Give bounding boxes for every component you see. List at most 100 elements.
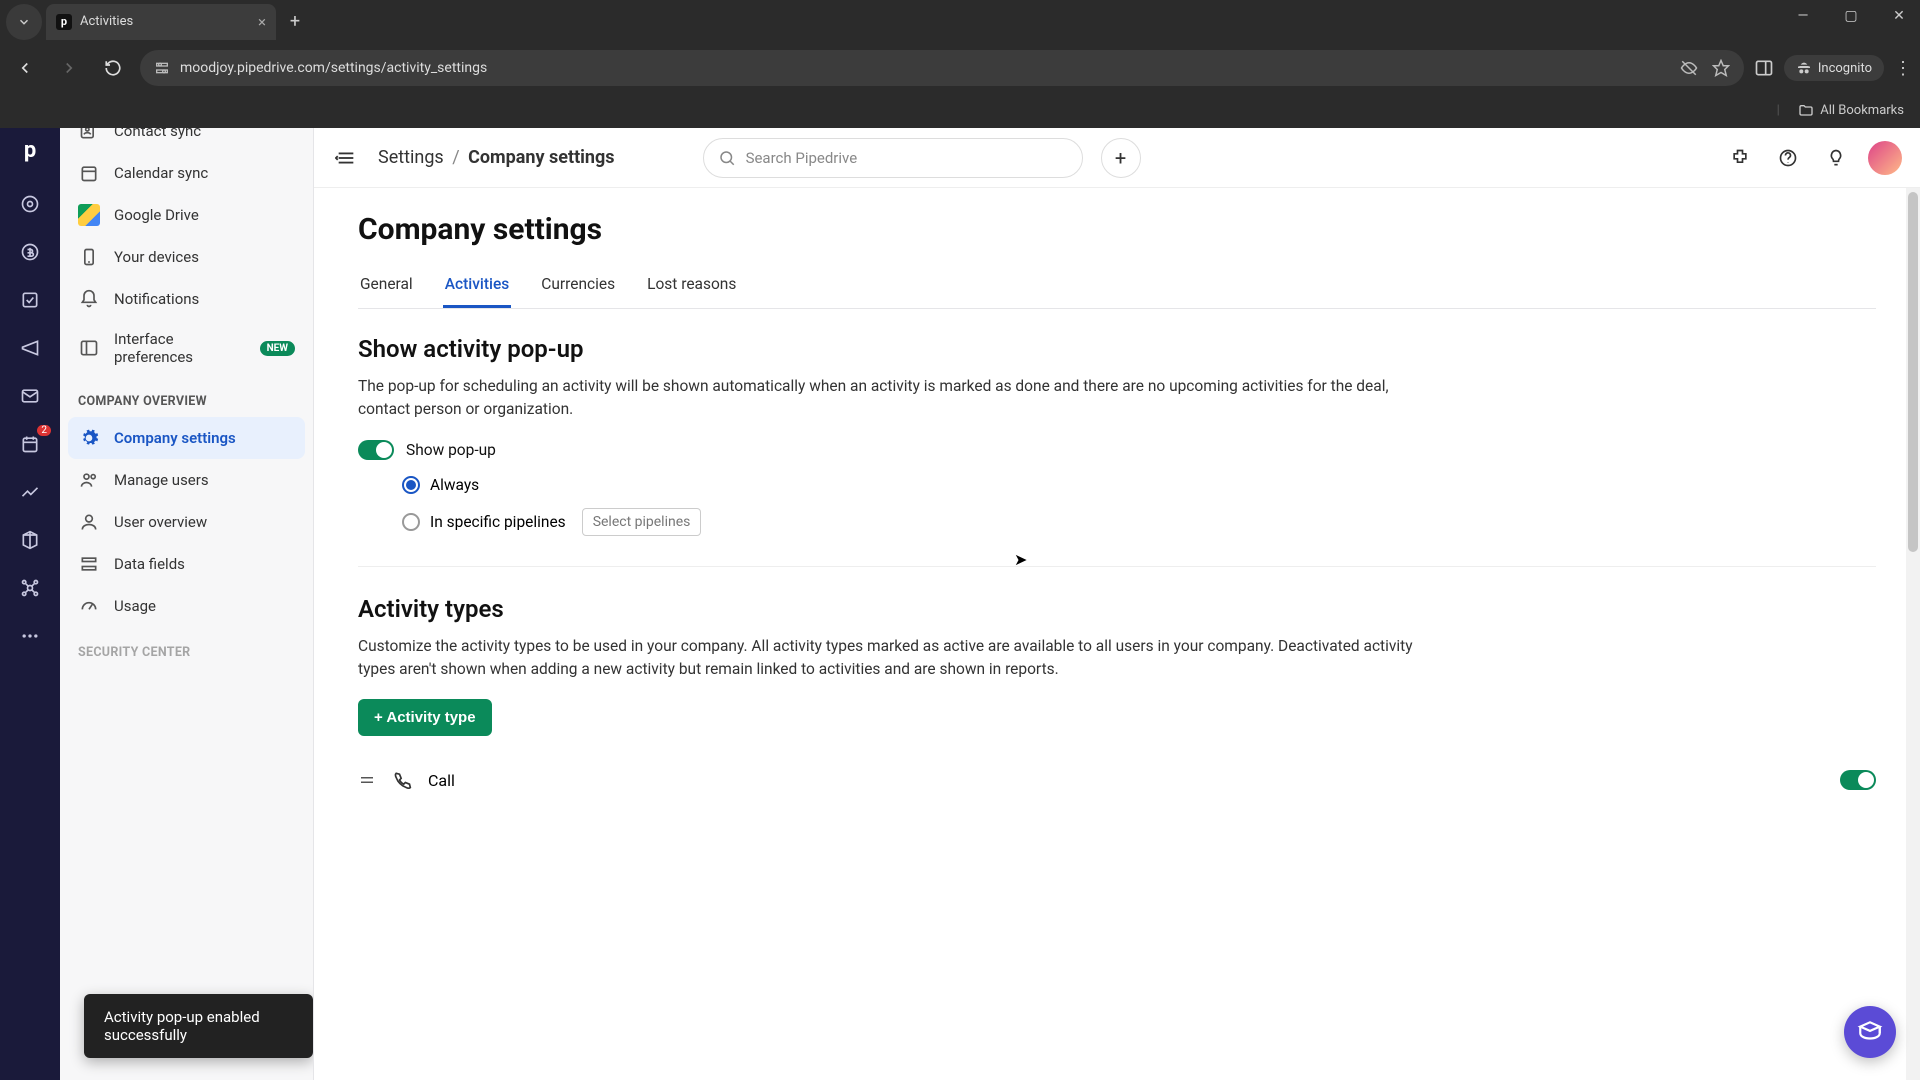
layout-icon [78,337,100,359]
url-text: moodjoy.pipedrive.com/settings/activity_… [180,60,487,76]
folder-icon [1798,103,1814,119]
content-area: Company settings General Activities Curr… [314,188,1920,1080]
favicon-icon: p [56,14,72,30]
tab-general[interactable]: General [358,265,415,308]
extensions-icon[interactable] [1724,142,1756,174]
rail-mail-icon[interactable] [15,381,45,411]
tab-close-icon[interactable]: × [258,13,266,31]
radio-always-label: Always [430,476,479,494]
rail-more-icon[interactable] [15,621,45,651]
rail-marketplace-icon[interactable] [15,573,45,603]
tab-lost-reasons[interactable]: Lost reasons [645,265,738,308]
contact-sync-icon [78,128,100,142]
rail-focus-icon[interactable] [15,189,45,219]
sidebar-heading-company-overview: COMPANY OVERVIEW [60,376,313,417]
show-popup-toggle[interactable] [358,440,394,460]
tab-activities[interactable]: Activities [443,265,512,308]
search-input[interactable]: Search Pipedrive [703,138,1083,178]
new-tab-button[interactable]: + [280,7,310,37]
new-badge: NEW [260,341,295,356]
search-placeholder: Search Pipedrive [746,149,858,167]
sidebar-item-company-settings[interactable]: Company settings [68,417,305,459]
all-bookmarks-link[interactable]: All Bookmarks [1820,103,1904,118]
breadcrumb-root[interactable]: Settings [378,147,444,168]
activity-type-toggle[interactable] [1840,770,1876,790]
sidebar-item-usage[interactable]: Usage [60,585,313,627]
nav-back-button[interactable] [8,51,42,85]
sidebar-item-contact-sync[interactable]: Contact sync [60,128,313,152]
app-logo-icon[interactable]: p [24,138,36,163]
nav-reload-button[interactable] [96,51,130,85]
sidebar-item-data-fields[interactable]: Data fields [60,543,313,585]
sidebar-heading-security-center: SECURITY CENTER [60,627,313,668]
scrollbar[interactable] [1906,188,1920,1080]
radio-specific-pipelines[interactable] [402,513,420,531]
page-title: Company settings [358,212,1876,247]
bookmark-star-icon[interactable] [1712,59,1730,77]
rail-insights-icon[interactable] [15,477,45,507]
sidebar-item-label: Usage [114,597,156,615]
rail-deals-icon[interactable] [15,237,45,267]
breadcrumb: Settings / Company settings [378,147,615,168]
eye-off-icon[interactable] [1680,59,1698,77]
search-icon [718,149,736,167]
sidebar-item-manage-users[interactable]: Manage users [60,459,313,501]
sidebar-item-label: Google Drive [114,206,199,224]
url-bar[interactable]: moodjoy.pipedrive.com/settings/activity_… [140,50,1744,86]
scroll-thumb[interactable] [1908,192,1918,552]
users-icon [78,469,100,491]
bell-icon [78,288,100,310]
section-popup-title: Show activity pop-up [358,335,1876,363]
sidebar-item-calendar-sync[interactable]: Calendar sync [60,152,313,194]
tab-title: Activities [80,14,133,29]
section-types-title: Activity types [358,595,1876,623]
incognito-label: Incognito [1818,61,1872,76]
rail-projects-icon[interactable] [15,285,45,315]
calendar-icon [78,162,100,184]
sidebar-item-label: Manage users [114,471,209,489]
sidebar-item-interface-prefs[interactable]: Interface preferences NEW [60,320,313,376]
tab-search-dropdown[interactable] [6,4,42,40]
site-settings-icon [154,60,170,76]
side-panel-icon[interactable] [1754,58,1774,78]
window-maximize-button[interactable]: ▢ [1836,8,1866,24]
help-icon[interactable] [1772,142,1804,174]
breadcrumb-current: Company settings [468,147,614,168]
window-close-button[interactable]: ✕ [1884,8,1914,24]
gear-icon [78,427,100,449]
window-minimize-button[interactable]: — [1788,8,1818,24]
section-types-desc: Customize the activity types to be used … [358,635,1438,682]
settings-sidebar: Contact sync Calendar sync Google Drive … [60,128,314,1080]
quick-add-button[interactable]: + [1101,138,1141,178]
rail-activities-icon[interactable]: 2 [15,429,45,459]
drag-handle-icon[interactable] [358,771,376,789]
select-pipelines-button[interactable]: Select pipelines [582,508,702,536]
toast-text: Activity pop-up enabled successfully [104,1008,260,1044]
incognito-badge[interactable]: Incognito [1784,55,1884,81]
activity-type-row: Call [358,764,1876,796]
rail-products-icon[interactable] [15,525,45,555]
divider [358,566,1876,567]
sidebar-item-google-drive[interactable]: Google Drive [60,194,313,236]
radio-always[interactable] [402,476,420,494]
google-drive-icon [78,204,100,226]
main-panel: Settings / Company settings Search Piped… [314,128,1920,1080]
browser-chrome: p Activities × + — ▢ ✕ moodjoy.pipedrive… [0,0,1920,128]
browser-tab-active[interactable]: p Activities × [46,4,276,40]
sidebar-toggle-icon[interactable] [332,144,360,172]
tips-icon[interactable] [1820,142,1852,174]
nav-forward-button[interactable] [52,51,86,85]
browser-menu-icon[interactable]: ⋮ [1894,58,1912,79]
add-activity-type-button[interactable]: + Activity type [358,699,492,736]
sidebar-item-label: Calendar sync [114,164,208,182]
sidebar-item-your-devices[interactable]: Your devices [60,236,313,278]
rail-campaigns-icon[interactable] [15,333,45,363]
sidebar-item-user-overview[interactable]: User overview [60,501,313,543]
tab-currencies[interactable]: Currencies [539,265,617,308]
show-popup-label: Show pop-up [406,441,496,459]
sidebar-item-notifications[interactable]: Notifications [60,278,313,320]
user-avatar[interactable] [1868,141,1902,175]
sidebar-item-label: User overview [114,513,207,531]
help-fab[interactable] [1844,1006,1896,1058]
sidebar-item-label: Interface preferences [114,330,224,366]
